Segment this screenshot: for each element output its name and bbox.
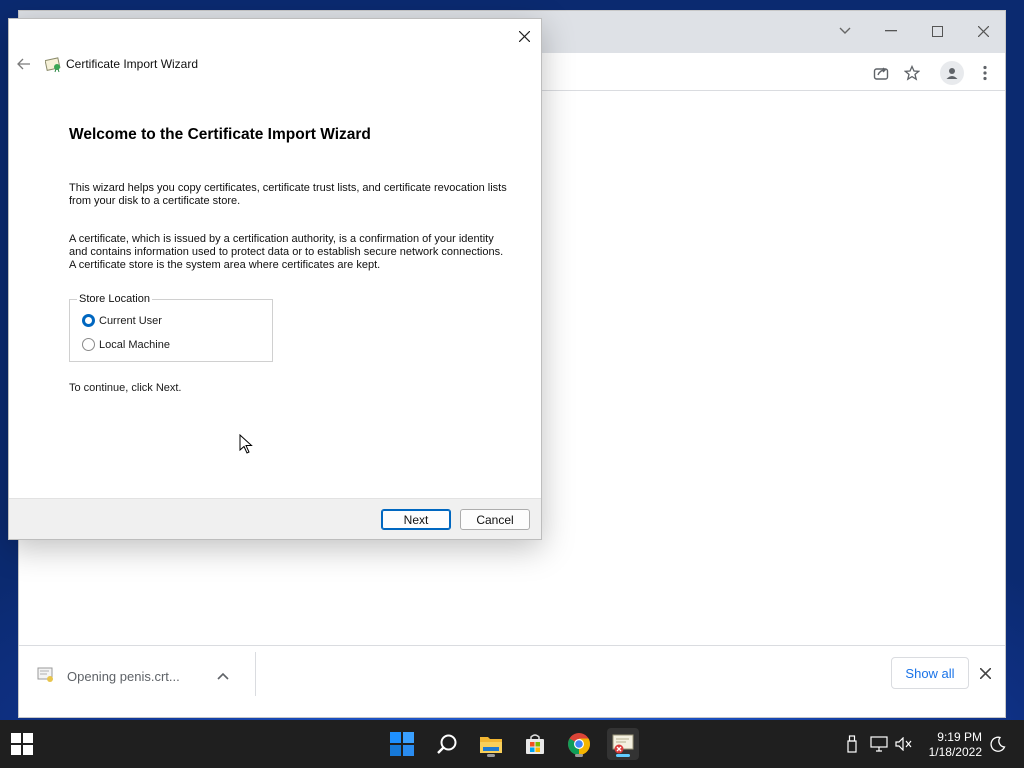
file-explorer-icon[interactable]: [475, 728, 507, 760]
start-windows-logo-icon[interactable]: [6, 728, 38, 760]
menu-kebab-icon[interactable]: [973, 61, 997, 85]
mouse-cursor-icon: [239, 434, 253, 454]
running-indicator: [575, 754, 583, 757]
back-arrow-icon[interactable]: [15, 55, 33, 73]
download-item[interactable]: Opening penis.crt...: [37, 664, 257, 688]
radio-label: Current User: [99, 314, 162, 327]
dialog-footer: Next Cancel: [9, 498, 541, 539]
running-indicator: [487, 754, 495, 757]
certificate-manager-icon[interactable]: [607, 728, 639, 760]
profile-avatar-icon[interactable]: [940, 61, 964, 85]
store-icon[interactable]: [519, 728, 551, 760]
search-icon[interactable]: [431, 728, 463, 760]
certificate-file-icon: [37, 667, 55, 686]
focus-assist-moon-icon[interactable]: [988, 734, 1008, 754]
network-icon[interactable]: [869, 734, 889, 754]
browser-close-icon[interactable]: [971, 19, 995, 43]
system-clock[interactable]: 9:19 PM 1/18/2022: [929, 730, 982, 760]
downloads-divider: [255, 652, 256, 696]
clock-time: 9:19 PM: [937, 730, 982, 744]
store-location-legend: Store Location: [77, 293, 152, 305]
taskbar: 9:19 PM 1/18/2022: [0, 720, 1024, 768]
store-location-group: Store Location Current User Local Machin…: [69, 293, 273, 362]
clock-date: 1/18/2022: [928, 745, 982, 759]
radio-unselected-icon[interactable]: [82, 338, 95, 351]
next-button[interactable]: Next: [381, 509, 451, 530]
maximize-icon[interactable]: [925, 19, 949, 43]
radio-current-user[interactable]: Current User: [82, 314, 162, 327]
certificate-description: A certificate, which is issued by a cert…: [69, 233, 504, 271]
bookmark-star-icon[interactable]: [900, 61, 924, 85]
continue-instruction: To continue, click Next.: [69, 382, 182, 394]
usb-device-icon[interactable]: [842, 734, 862, 754]
certificate-import-wizard-dialog: Certificate Import Wizard Welcome to the…: [8, 18, 542, 540]
tab-search-chevron-icon[interactable]: [833, 19, 857, 43]
intro-paragraph: This wizard helps you copy certificates,…: [69, 182, 507, 207]
active-indicator: [616, 754, 630, 757]
volume-muted-icon[interactable]: [894, 734, 914, 754]
chevron-up-icon[interactable]: [217, 669, 229, 683]
close-icon[interactable]: [513, 25, 535, 47]
minimize-icon[interactable]: [879, 19, 903, 43]
share-icon[interactable]: [869, 61, 893, 85]
dialog-title: Certificate Import Wizard: [66, 57, 199, 71]
page-heading: Welcome to the Certificate Import Wizard: [69, 126, 371, 143]
radio-selected-icon[interactable]: [82, 314, 95, 327]
downloads-shelf: Opening penis.crt... Show all: [19, 645, 1005, 717]
show-all-button[interactable]: Show all: [891, 657, 969, 689]
start-icon[interactable]: [386, 728, 418, 760]
chrome-icon[interactable]: [563, 728, 595, 760]
radio-local-machine[interactable]: Local Machine: [82, 338, 170, 351]
download-item-name: Opening penis.crt...: [67, 668, 180, 684]
cancel-button[interactable]: Cancel: [460, 509, 530, 530]
downloads-close-icon[interactable]: [973, 661, 997, 685]
certificate-icon: [44, 55, 63, 73]
radio-label: Local Machine: [99, 338, 170, 351]
